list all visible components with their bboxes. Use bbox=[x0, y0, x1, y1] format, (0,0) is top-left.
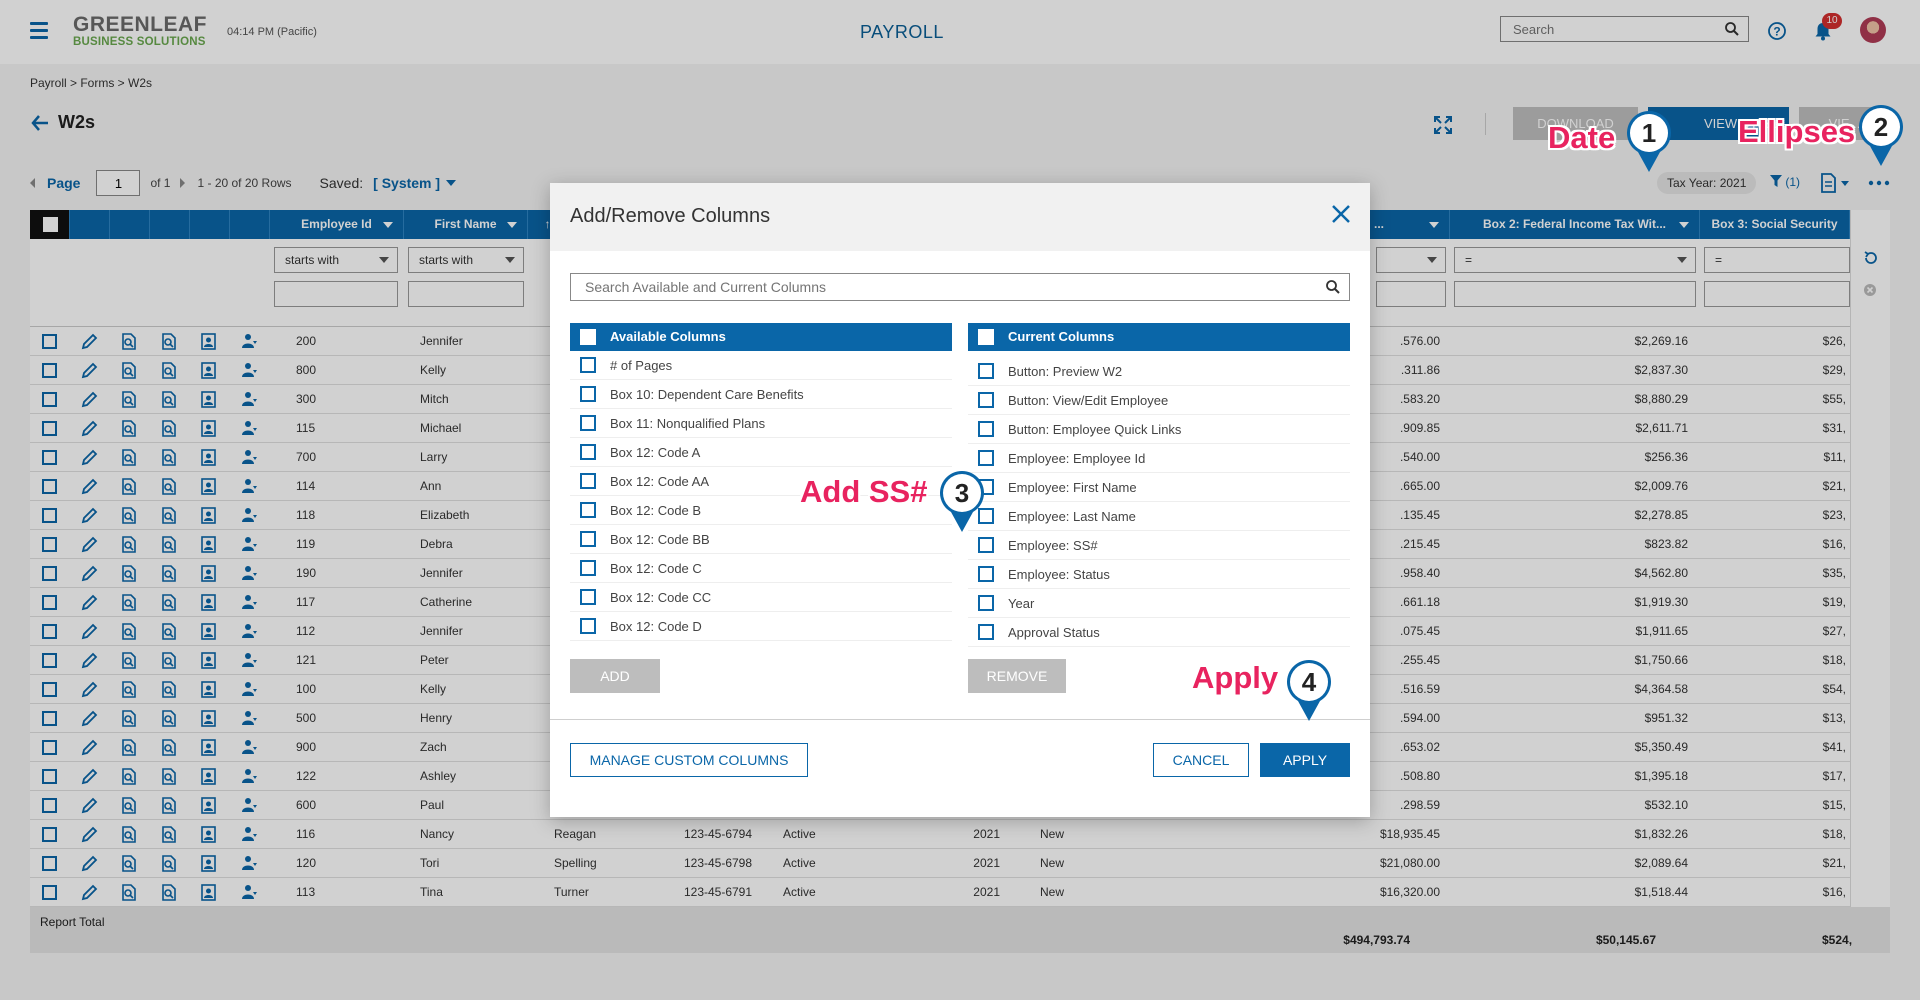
available-column-item[interactable]: # of Pages bbox=[570, 351, 952, 380]
search-icon[interactable] bbox=[1325, 279, 1341, 295]
available-columns-title: Available Columns bbox=[610, 329, 726, 344]
item-label: Box 12: Code B bbox=[610, 503, 702, 518]
apply-button[interactable]: APPLY bbox=[1260, 743, 1350, 777]
select-all-available-checkbox[interactable] bbox=[580, 329, 596, 345]
current-column-item[interactable]: Employee: Last Name bbox=[968, 502, 1350, 531]
callout-3-pin: 3 bbox=[940, 470, 984, 532]
callout-2-pin: 2 bbox=[1859, 104, 1903, 166]
item-label: # of Pages bbox=[610, 358, 673, 373]
item-label: Employee: Employee Id bbox=[1008, 451, 1146, 466]
item-checkbox[interactable] bbox=[580, 560, 596, 576]
current-columns-header: Current Columns bbox=[968, 323, 1350, 351]
item-checkbox[interactable] bbox=[978, 450, 994, 466]
current-column-item[interactable]: Button: View/Edit Employee bbox=[968, 386, 1350, 415]
item-checkbox[interactable] bbox=[580, 473, 596, 489]
callout-1-number: 1 bbox=[1642, 118, 1656, 148]
column-search[interactable] bbox=[570, 273, 1350, 301]
current-column-item[interactable]: Employee: SS# bbox=[968, 531, 1350, 560]
available-columns-header: Available Columns bbox=[570, 323, 952, 351]
item-checkbox[interactable] bbox=[580, 444, 596, 460]
available-column-item[interactable]: Box 12: Code A bbox=[570, 438, 952, 467]
item-checkbox[interactable] bbox=[580, 589, 596, 605]
current-column-item[interactable]: Employee: Status bbox=[968, 560, 1350, 589]
callout-4-number: 4 bbox=[1302, 667, 1317, 697]
dialog-title: Add/Remove Columns bbox=[570, 205, 771, 227]
column-search-input[interactable] bbox=[571, 274, 1311, 300]
cancel-button[interactable]: CANCEL bbox=[1153, 743, 1249, 777]
remove-button[interactable]: REMOVE bbox=[968, 659, 1066, 693]
current-column-item[interactable]: Button: Employee Quick Links bbox=[968, 415, 1350, 444]
add-button[interactable]: ADD bbox=[570, 659, 660, 693]
item-label: Employee: Status bbox=[1008, 567, 1110, 582]
item-label: Box 10: Dependent Care Benefits bbox=[610, 387, 804, 402]
item-checkbox[interactable] bbox=[978, 363, 994, 379]
dialog-header: Add/Remove Columns bbox=[550, 183, 1370, 251]
item-checkbox[interactable] bbox=[580, 502, 596, 518]
item-label: Year bbox=[1008, 596, 1035, 611]
current-columns-list: Current Columns Button: Preview W2 Button… bbox=[968, 323, 1350, 648]
current-column-item[interactable]: Employee: Employee Id bbox=[968, 444, 1350, 473]
available-column-item[interactable]: Box 12: Code C bbox=[570, 554, 952, 583]
close-icon[interactable] bbox=[1330, 203, 1352, 225]
item-checkbox[interactable] bbox=[978, 624, 994, 640]
item-checkbox[interactable] bbox=[580, 415, 596, 431]
available-column-item[interactable]: Box 10: Dependent Care Benefits bbox=[570, 380, 952, 409]
available-column-item[interactable]: Box 12: Code CC bbox=[570, 583, 952, 612]
current-column-item[interactable]: Button: Preview W2 bbox=[968, 357, 1350, 386]
item-checkbox[interactable] bbox=[978, 595, 994, 611]
item-label: Button: Employee Quick Links bbox=[1008, 422, 1182, 437]
item-checkbox[interactable] bbox=[580, 357, 596, 373]
callout-1-pin: 1 bbox=[1627, 110, 1671, 172]
item-label: Box 12: Code A bbox=[610, 445, 701, 460]
item-label: Box 11: Nonqualified Plans bbox=[610, 416, 766, 431]
item-label: Box 12: Code D bbox=[610, 619, 702, 634]
manage-custom-columns-button[interactable]: MANAGE CUSTOM COLUMNS bbox=[570, 743, 808, 777]
available-column-item[interactable]: Box 12: Code D bbox=[570, 612, 952, 641]
current-column-item[interactable]: Approval Status bbox=[968, 618, 1350, 647]
callout-2-number: 2 bbox=[1874, 112, 1888, 142]
item-label: Employee: Last Name bbox=[1008, 509, 1136, 524]
item-checkbox[interactable] bbox=[978, 566, 994, 582]
available-column-item[interactable]: Box 11: Nonqualified Plans bbox=[570, 409, 952, 438]
available-column-item[interactable]: Box 12: Code BB bbox=[570, 525, 952, 554]
current-column-item[interactable]: Year bbox=[968, 589, 1350, 618]
dialog-divider bbox=[550, 719, 1370, 720]
item-label: Box 12: Code C bbox=[610, 561, 702, 576]
item-checkbox[interactable] bbox=[978, 537, 994, 553]
current-column-item[interactable]: Employee: First Name bbox=[968, 473, 1350, 502]
callout-3-label: Add SS# bbox=[800, 474, 928, 509]
item-label: Box 12: Code CC bbox=[610, 590, 712, 605]
item-checkbox[interactable] bbox=[978, 421, 994, 437]
item-label: Button: View/Edit Employee bbox=[1008, 393, 1169, 408]
item-checkbox[interactable] bbox=[580, 531, 596, 547]
item-checkbox[interactable] bbox=[580, 386, 596, 402]
current-items: Button: Preview W2 Button: View/Edit Empl… bbox=[968, 351, 1350, 647]
callout-4-pin: 4 bbox=[1287, 659, 1331, 721]
item-checkbox[interactable] bbox=[978, 392, 994, 408]
item-label: Button: Preview W2 bbox=[1008, 364, 1123, 379]
callout-3-number: 3 bbox=[955, 478, 969, 508]
select-all-current-checkbox[interactable] bbox=[978, 329, 994, 345]
item-label: Approval Status bbox=[1008, 625, 1100, 640]
item-label: Employee: First Name bbox=[1008, 480, 1137, 495]
current-columns-title: Current Columns bbox=[1008, 329, 1115, 344]
callout-4-label: Apply bbox=[1192, 660, 1279, 695]
item-label: Box 12: Code AA bbox=[610, 474, 710, 489]
item-checkbox[interactable] bbox=[580, 618, 596, 634]
item-label: Employee: SS# bbox=[1008, 538, 1098, 553]
item-label: Box 12: Code BB bbox=[610, 532, 710, 547]
callout-2-label: Ellipses bbox=[1738, 114, 1856, 149]
callout-1-label: Date bbox=[1548, 120, 1616, 155]
